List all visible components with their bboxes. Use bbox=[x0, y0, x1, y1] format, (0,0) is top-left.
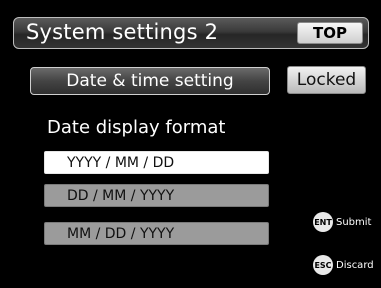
top-button[interactable]: TOP bbox=[297, 22, 363, 44]
system-settings-screen: System settings 2 TOP Date & time settin… bbox=[0, 0, 381, 288]
date-format-option-mm-dd-yyyy[interactable]: MM / DD / YYYY bbox=[44, 222, 269, 245]
title-bar: System settings 2 TOP bbox=[13, 17, 369, 49]
discard-hint[interactable]: ESC Discard bbox=[313, 255, 374, 275]
date-display-format-label: Date display format bbox=[47, 117, 226, 138]
page-title: System settings 2 bbox=[26, 20, 219, 44]
date-format-option-dd-mm-yyyy[interactable]: DD / MM / YYYY bbox=[44, 184, 269, 207]
date-time-setting-button[interactable]: Date & time setting bbox=[30, 67, 270, 95]
date-format-option-yyyy-mm-dd[interactable]: YYYY / MM / DD bbox=[44, 151, 269, 174]
submit-label: Submit bbox=[336, 216, 372, 228]
esc-key-icon: ESC bbox=[313, 255, 333, 275]
submit-hint[interactable]: ENT Submit bbox=[313, 212, 371, 232]
discard-label: Discard bbox=[336, 259, 374, 271]
locked-button[interactable]: Locked bbox=[287, 66, 366, 94]
ent-key-icon: ENT bbox=[313, 212, 333, 232]
